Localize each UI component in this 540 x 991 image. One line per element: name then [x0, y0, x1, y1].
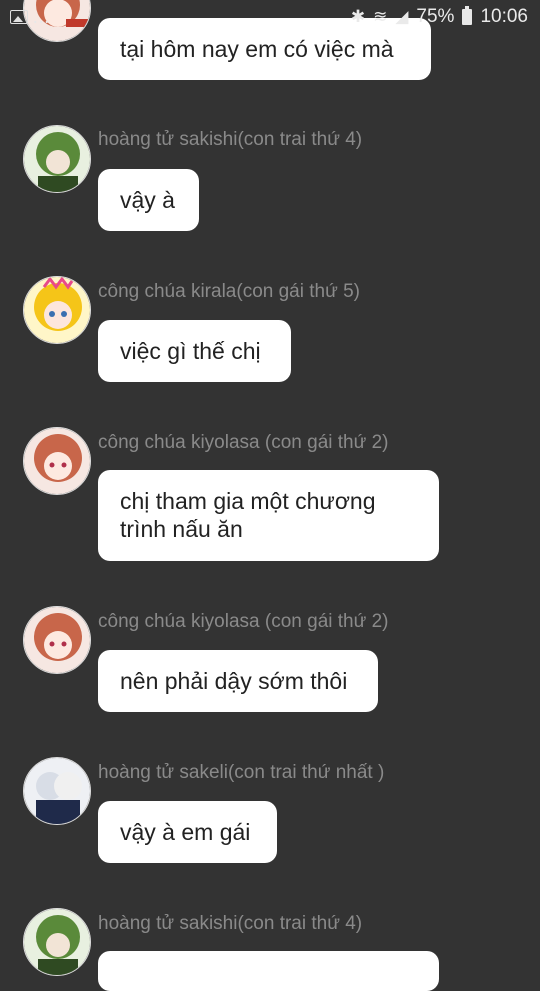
gallery-icon: [10, 10, 28, 24]
avatar[interactable]: [23, 757, 91, 825]
sender-name: công chúa kiyolasa (con gái thứ 2): [98, 432, 389, 453]
clock: 10:06: [480, 6, 528, 27]
sender-name: hoàng tử sakeli(con trai thứ nhất ): [98, 762, 385, 783]
message-text-line-1: chị tham gia một chương: [120, 488, 376, 514]
message-bubble[interactable]: chị tham gia một chương trình nấu ăn: [98, 470, 439, 561]
message-text: vậy à em gái: [120, 819, 251, 845]
avatar[interactable]: [23, 276, 91, 344]
message-bubble[interactable]: việc gì thế chị: [98, 320, 291, 382]
message-text: tại hôm nay em có việc mà: [120, 36, 394, 62]
status-right: ✱ ≋ ◢ 75% 10:06: [351, 6, 528, 28]
sender-name: công chúa kiyolasa (con gái thứ 2): [98, 611, 389, 632]
avatar[interactable]: [23, 125, 91, 193]
sender-name: hoàng tử sakishi(con trai thứ 4): [98, 129, 363, 150]
message-bubble[interactable]: vậy à: [98, 169, 199, 231]
signal-icon: ◢: [395, 7, 409, 26]
message-bubble[interactable]: [98, 951, 439, 991]
sender-name: công chúa kirala(con gái thứ 5): [98, 281, 360, 302]
dots-icon: …: [32, 7, 50, 27]
message-text: vậy à: [120, 187, 175, 213]
sender-name: hoàng tử sakishi(con trai thứ 4): [98, 913, 363, 934]
avatar[interactable]: [23, 427, 91, 495]
bluetooth-icon: ✱: [350, 7, 366, 26]
battery-icon: [462, 6, 473, 25]
message-text: nên phải dậy sớm thôi: [120, 668, 348, 694]
avatar[interactable]: [23, 908, 91, 976]
wifi-icon: ≋: [373, 7, 388, 26]
message-bubble[interactable]: nên phải dậy sớm thôi: [98, 650, 378, 712]
status-bar: … ✱ ≋ ◢ 75% 10:06: [0, 0, 540, 36]
message-text-line-2: trình nấu ăn: [120, 516, 243, 542]
battery-percent: 75%: [416, 6, 455, 27]
message-text: việc gì thế chị: [120, 338, 261, 364]
status-left: …: [10, 7, 50, 27]
message-bubble[interactable]: vậy à em gái: [98, 801, 277, 863]
avatar[interactable]: [23, 606, 91, 674]
